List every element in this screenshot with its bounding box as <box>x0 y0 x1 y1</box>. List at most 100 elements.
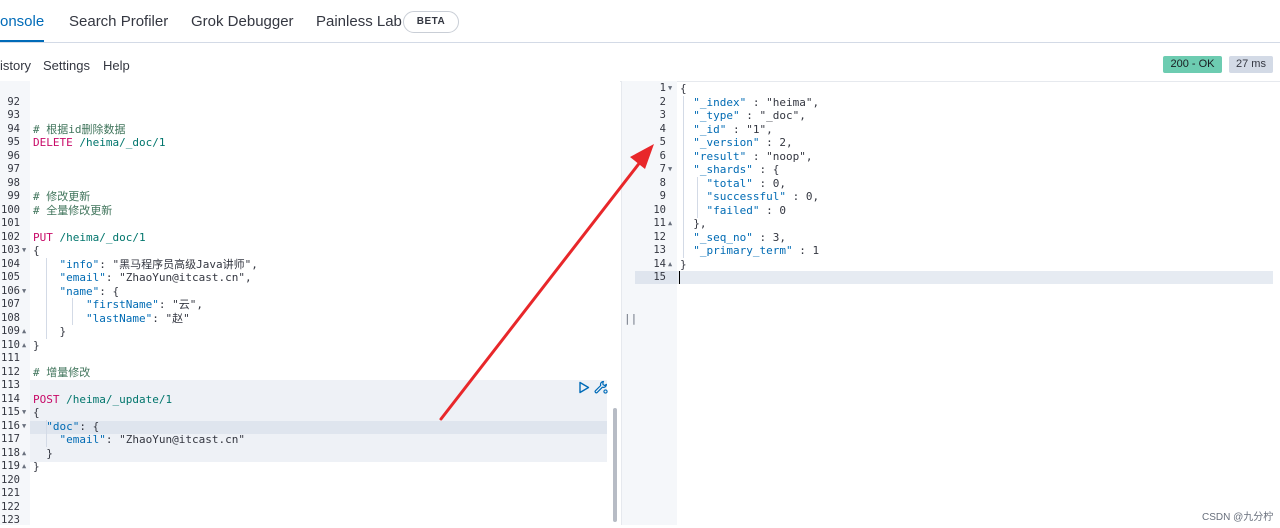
json-value: 2 <box>779 136 786 149</box>
code-line: "email": "ZhaoYun@itcast.cn", <box>59 271 252 284</box>
line-number: 111 <box>1 352 20 364</box>
response-line: "result" : "noop", <box>693 150 813 163</box>
fold-caret-icon[interactable]: ▲ <box>22 460 26 474</box>
json-key: "_id" <box>693 123 727 136</box>
code-comment: # 增量修改 <box>33 366 91 379</box>
line-number: 98 <box>7 177 20 189</box>
line-number: 13 <box>653 244 666 256</box>
line-number: 2 <box>659 96 666 108</box>
line-number: 102 <box>1 231 20 243</box>
code-line: "info": "黑马程序员高级Java讲师", <box>59 258 258 271</box>
json-key: "firstName" <box>85 298 159 311</box>
json-key: "_seq_no" <box>693 231 753 244</box>
json-key: "email" <box>59 433 106 446</box>
json-key: "result" <box>693 150 747 163</box>
code-brace: }, <box>680 217 707 230</box>
active-line-highlight <box>677 271 1273 284</box>
code-line: "doc": { <box>46 420 100 433</box>
tab-search-profiler[interactable]: Search Profiler <box>69 0 168 42</box>
json-key: "failed" <box>706 204 760 217</box>
fold-caret-icon[interactable]: ▲ <box>668 258 672 272</box>
settings-link[interactable]: Settings <box>43 58 90 73</box>
http-method: PUT <box>33 231 53 244</box>
fold-caret-icon[interactable]: ▲ <box>668 217 672 231</box>
line-number: 104 <box>1 258 20 270</box>
line-number: 8 <box>659 177 666 189</box>
response-line: "_shards" : { <box>693 163 780 176</box>
json-key: "lastName" <box>85 312 153 325</box>
line-number: 15 <box>653 271 666 283</box>
line-number: 114 <box>1 393 20 405</box>
code-comment: # 根据id删除数据 <box>33 123 126 136</box>
fold-caret-icon[interactable]: ▼ <box>668 82 672 96</box>
tab-console[interactable]: onsole <box>0 0 45 42</box>
fold-caret-icon[interactable]: ▼ <box>22 406 26 420</box>
response-line: "_type" : "_doc", <box>693 109 806 122</box>
pane-resizer[interactable] <box>621 81 636 525</box>
wrench-icon[interactable] <box>594 380 608 394</box>
status-code-badge: 200 - OK <box>1163 56 1222 73</box>
http-method: POST <box>33 393 60 406</box>
code-brace: { <box>680 82 687 95</box>
json-key: "_index" <box>693 96 747 109</box>
json-value: "ZhaoYun@itcast.cn" <box>119 433 245 446</box>
line-number: 103 <box>1 244 20 256</box>
line-number: 100 <box>1 204 20 216</box>
line-number: 120 <box>1 474 20 486</box>
tab-grok-debugger[interactable]: Grok Debugger <box>191 0 294 42</box>
fold-caret-icon[interactable]: ▼ <box>22 244 26 258</box>
fold-caret-icon[interactable]: ▼ <box>22 285 26 299</box>
line-number: 96 <box>7 150 20 162</box>
text-cursor <box>679 271 680 284</box>
fold-caret-icon[interactable]: ▼ <box>22 420 26 434</box>
json-key: "email" <box>59 271 106 284</box>
json-key: "successful" <box>706 190 786 203</box>
line-number: 6 <box>659 150 666 162</box>
json-value: "noop" <box>766 150 806 163</box>
response-line: "failed" : 0 <box>706 204 786 217</box>
line-number: 109 <box>1 325 20 337</box>
tab-painless-lab[interactable]: Painless Lab <box>316 0 402 42</box>
line-number: 94 <box>7 123 20 135</box>
json-key: "name" <box>59 285 100 298</box>
line-number: 110 <box>1 339 20 351</box>
fold-caret-icon[interactable]: ▼ <box>668 163 672 177</box>
code-line: DELETE /heima/_doc/1 <box>33 136 165 150</box>
code-brace: } <box>680 258 687 271</box>
code-line: PUT /heima/_doc/1 <box>33 231 146 245</box>
line-number: 117 <box>1 433 20 445</box>
fold-caret-icon[interactable]: ▲ <box>22 325 26 339</box>
request-url: /heima/_doc/1 <box>52 231 146 244</box>
play-icon[interactable] <box>578 381 590 394</box>
json-value: 0 <box>779 204 786 217</box>
editor-scrollbar[interactable] <box>613 408 617 522</box>
line-number: 3 <box>659 109 666 121</box>
code-line: POST /heima/_update/1 <box>33 393 172 407</box>
code-line: "name": { <box>59 285 120 298</box>
code-brace: } <box>33 339 40 352</box>
line-number: 93 <box>7 109 20 121</box>
json-value: "heima" <box>766 96 813 109</box>
json-key: "info" <box>59 258 100 271</box>
line-number: 105 <box>1 271 20 283</box>
json-key: "_shards" <box>693 163 753 176</box>
line-number: 10 <box>653 204 666 216</box>
http-method: DELETE <box>33 136 73 149</box>
response-line: "successful" : 0, <box>706 190 820 203</box>
line-number: 101 <box>1 217 20 229</box>
json-key: "doc" <box>46 420 80 433</box>
line-number: 115 <box>1 406 20 418</box>
code-brace: } <box>33 447 53 460</box>
code-brace: { <box>33 244 40 257</box>
code-line: "email": "ZhaoYun@itcast.cn" <box>59 433 245 446</box>
help-link[interactable]: Help <box>103 58 130 73</box>
code-line: "firstName": "云", <box>85 298 203 311</box>
code-brace: } <box>33 460 40 473</box>
history-link[interactable]: istory <box>0 58 31 73</box>
fold-caret-icon[interactable]: ▲ <box>22 339 26 353</box>
watermark: CSDN @九分柠 <box>1202 512 1274 523</box>
line-number: 5 <box>659 136 666 148</box>
request-url: /heima/_update/1 <box>59 393 173 406</box>
line-number: 97 <box>7 163 20 175</box>
fold-caret-icon[interactable]: ▲ <box>22 447 26 461</box>
